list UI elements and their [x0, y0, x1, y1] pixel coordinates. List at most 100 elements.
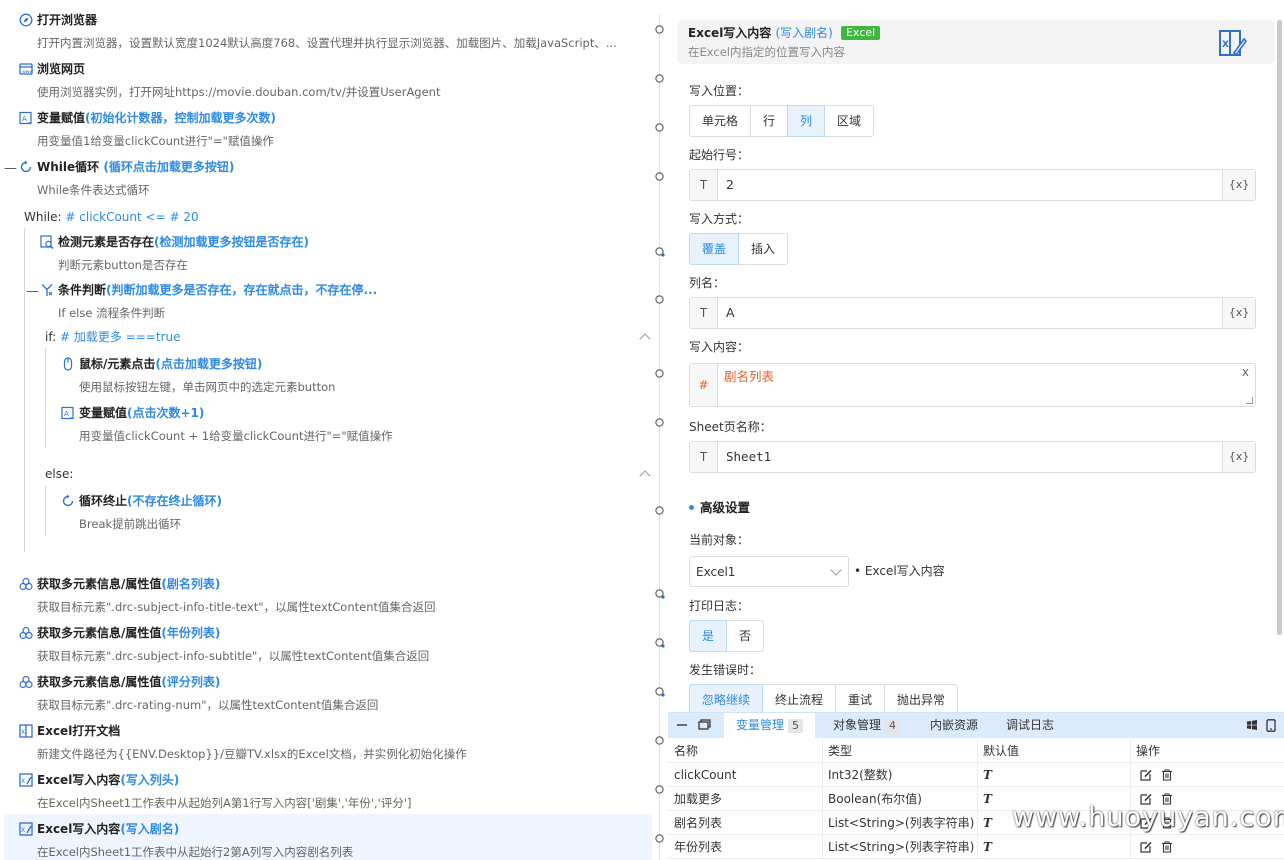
- var-default[interactable]: T: [977, 763, 1130, 787]
- write-mode-option-overwrite[interactable]: 覆盖: [689, 233, 740, 265]
- flow-node-branch-icon[interactable]: [654, 686, 665, 697]
- resize-handle-icon[interactable]: [1246, 397, 1253, 404]
- flow-node-branch-icon[interactable]: [654, 637, 665, 648]
- flow-step-condition[interactable]: 条件判断(判断加载更多是否存在，存在就点击，不存在停... If else 流程…: [0, 281, 650, 321]
- flow-step-break[interactable]: 循环终止(不存在终止循环) Break提前跳出循环: [0, 492, 650, 532]
- text-type-toggle[interactable]: T: [690, 298, 718, 328]
- table-header: 名称 类型 默认值 操作: [668, 739, 1284, 763]
- collapse-if-caret-icon[interactable]: [639, 333, 651, 345]
- browser-window-icon: www: [19, 62, 33, 76]
- text-type-toggle[interactable]: T: [690, 170, 718, 200]
- clear-icon[interactable]: x: [1242, 365, 1249, 379]
- delete-icon[interactable]: [1161, 769, 1173, 781]
- insert-variable-button[interactable]: {x}: [1222, 442, 1255, 472]
- write-position-option-column[interactable]: 列: [787, 105, 826, 137]
- flow-step-get-titles[interactable]: 获取多元素信息/属性值(剧名列表) 获取目标元素".drc-subject-in…: [0, 575, 650, 615]
- start-row-input[interactable]: T 2 {x}: [689, 169, 1256, 201]
- flow-node-icon[interactable]: [654, 505, 665, 516]
- flow-node-branch-icon[interactable]: [654, 588, 665, 599]
- windows-icon[interactable]: [1246, 719, 1258, 731]
- table-row[interactable]: clickCount Int32(整数) T: [668, 763, 1284, 787]
- flow-node-icon[interactable]: [654, 417, 665, 428]
- flow-step-assign-increment[interactable]: A = 变量赋值(点击次数+1) 用变量值clickCount + 1给变量cli…: [0, 404, 650, 444]
- flow-node-branch-icon[interactable]: [654, 246, 665, 257]
- flow-node-icon[interactable]: [654, 171, 665, 182]
- flow-step-excel-write-header[interactable]: X Excel写入内容(写入列头) 在Excel内Sheet1工作表中从起始列A…: [0, 771, 650, 811]
- step-alias: (点击次数+1): [127, 406, 205, 420]
- write-position-option-range[interactable]: 区域: [824, 105, 875, 137]
- on-error-option-retry[interactable]: 重试: [835, 684, 886, 712]
- write-position-option-row[interactable]: 行: [750, 105, 789, 137]
- write-mode-option-insert[interactable]: 插入: [738, 233, 789, 265]
- multi-element-icon: [19, 577, 33, 591]
- flow-node-icon[interactable]: [654, 73, 665, 84]
- mobile-icon[interactable]: [1266, 719, 1276, 732]
- print-log-option-no[interactable]: 否: [726, 620, 765, 652]
- column-name-input[interactable]: T A {x}: [689, 297, 1256, 329]
- var-actions: [1130, 763, 1284, 787]
- var-default[interactable]: T: [977, 835, 1130, 859]
- flow-step-while-loop[interactable]: While循环 (循环点击加载更多按钮) While条件表达式循环: [0, 158, 650, 198]
- edit-icon[interactable]: [1140, 841, 1152, 853]
- delete-icon[interactable]: [1161, 841, 1173, 853]
- print-log-option-yes[interactable]: 是: [689, 620, 728, 652]
- flow-step-get-years[interactable]: 获取多元素信息/属性值(年份列表) 获取目标元素".drc-subject-in…: [0, 624, 650, 664]
- flow-node-icon[interactable]: [654, 735, 665, 746]
- step-alias: (判断加载更多是否存在，存在就点击，不存在停...: [106, 283, 378, 297]
- flow-step-browse-page[interactable]: www 浏览网页 使用浏览器实例，打开网址https://movie.douba…: [0, 60, 650, 100]
- on-error-option-ignore[interactable]: 忽略继续: [689, 684, 764, 712]
- flow-node-icon[interactable]: [654, 122, 665, 133]
- step-desc: 用变量值clickCount + 1给变量clickCount进行"="赋值操作: [79, 429, 393, 443]
- collapse-else-caret-icon[interactable]: [639, 470, 651, 482]
- step-alias: (不存在终止循环): [127, 494, 222, 508]
- write-position-option-cell[interactable]: 单元格: [689, 105, 752, 137]
- insert-variable-button[interactable]: {x}: [1222, 298, 1255, 328]
- flow-node-icon[interactable]: [654, 24, 665, 35]
- write-content-value: 剧名列表: [724, 369, 775, 384]
- write-content-input[interactable]: # 剧名列表 x: [689, 363, 1256, 407]
- else-branch[interactable]: else:: [45, 465, 73, 483]
- tab-debug-log[interactable]: 调试日志: [994, 713, 1066, 738]
- flow-node-icon[interactable]: [654, 784, 665, 795]
- advanced-settings-heading[interactable]: 高级设置: [689, 497, 750, 516]
- step-desc: 在Excel内Sheet1工作表中从起始行2第A列写入内容剧名列表: [37, 845, 354, 859]
- flow-step-open-browser[interactable]: 打开浏览器 打开内置浏览器，设置默认宽度1024默认高度768、设置代理并执行显…: [0, 11, 650, 51]
- flow-node-icon[interactable]: [654, 833, 665, 844]
- text-type-toggle[interactable]: T: [690, 442, 718, 472]
- flow-step-get-ratings[interactable]: 获取多元素信息/属性值(评分列表) 获取目标元素".drc-rating-num…: [0, 673, 650, 713]
- restore-window-icon[interactable]: [698, 719, 711, 731]
- tab-object-management[interactable]: 对象管理 4: [821, 713, 912, 738]
- tab-variable-management[interactable]: 变量管理 5: [724, 713, 816, 738]
- on-error-option-stop[interactable]: 终止流程: [762, 684, 837, 712]
- panel-scrollbar[interactable]: [1277, 20, 1282, 635]
- insert-variable-button[interactable]: {x}: [1222, 170, 1255, 200]
- tab-embedded-resources[interactable]: 内嵌资源: [918, 713, 990, 738]
- flow-step-excel-open[interactable]: X Excel打开文档 新建文件路径为{{ENV.Desktop}}/豆瓣TV.…: [0, 722, 650, 762]
- var-name: 剧名列表: [674, 816, 723, 830]
- flow-step-check-element[interactable]: 检测元素是否存在(检测加载更多按钮是否存在) 判断元素button是否存在: [0, 233, 650, 273]
- while-condition[interactable]: While: # clickCount <= # 20: [24, 208, 199, 226]
- edit-icon[interactable]: [1140, 769, 1152, 781]
- print-log-selector: 是 否: [689, 620, 765, 652]
- minimize-icon[interactable]: [676, 719, 688, 731]
- current-object-select[interactable]: Excel1: [689, 556, 849, 587]
- flow-step-assign-init[interactable]: A = 变量赋值(初始化计数器，控制加载更多次数) 用变量值1给变量clickCo…: [0, 109, 650, 149]
- step-title: 获取多元素信息/属性值: [37, 675, 162, 689]
- step-title: Excel打开文档: [37, 724, 121, 738]
- text-type-marker: T: [983, 792, 992, 806]
- variable-type-toggle[interactable]: #: [690, 364, 718, 406]
- sheet-name-input[interactable]: T Sheet1 {x}: [689, 441, 1256, 473]
- column-name-value: A: [726, 305, 735, 320]
- sheet-name-label: Sheet页名称：: [689, 420, 772, 434]
- svg-text:X: X: [21, 827, 25, 834]
- flow-step-excel-write-titles[interactable]: X Excel写入内容(写入剧名) 在Excel内Sheet1工作表中从起始行2…: [4, 814, 652, 860]
- if-condition[interactable]: if: # 加载更多 ===true: [45, 328, 181, 346]
- table-row[interactable]: 年份列表 List<String>(列表字符串) T: [668, 835, 1284, 859]
- on-error-option-throw[interactable]: 抛出异常: [884, 684, 959, 712]
- advanced-settings-text: 高级设置: [700, 500, 751, 515]
- flow-node-icon[interactable]: [654, 368, 665, 379]
- flow-step-mouse-click[interactable]: 鼠标/元素点击(点击加载更多按钮) 使用鼠标按钮左键，单击网页中的选定元素but…: [0, 355, 650, 395]
- loop-break-icon: [61, 494, 75, 508]
- flow-node-icon[interactable]: [654, 294, 665, 305]
- step-desc: 在Excel内Sheet1工作表中从起始列A第1行写入内容['剧集','年份',…: [37, 796, 412, 810]
